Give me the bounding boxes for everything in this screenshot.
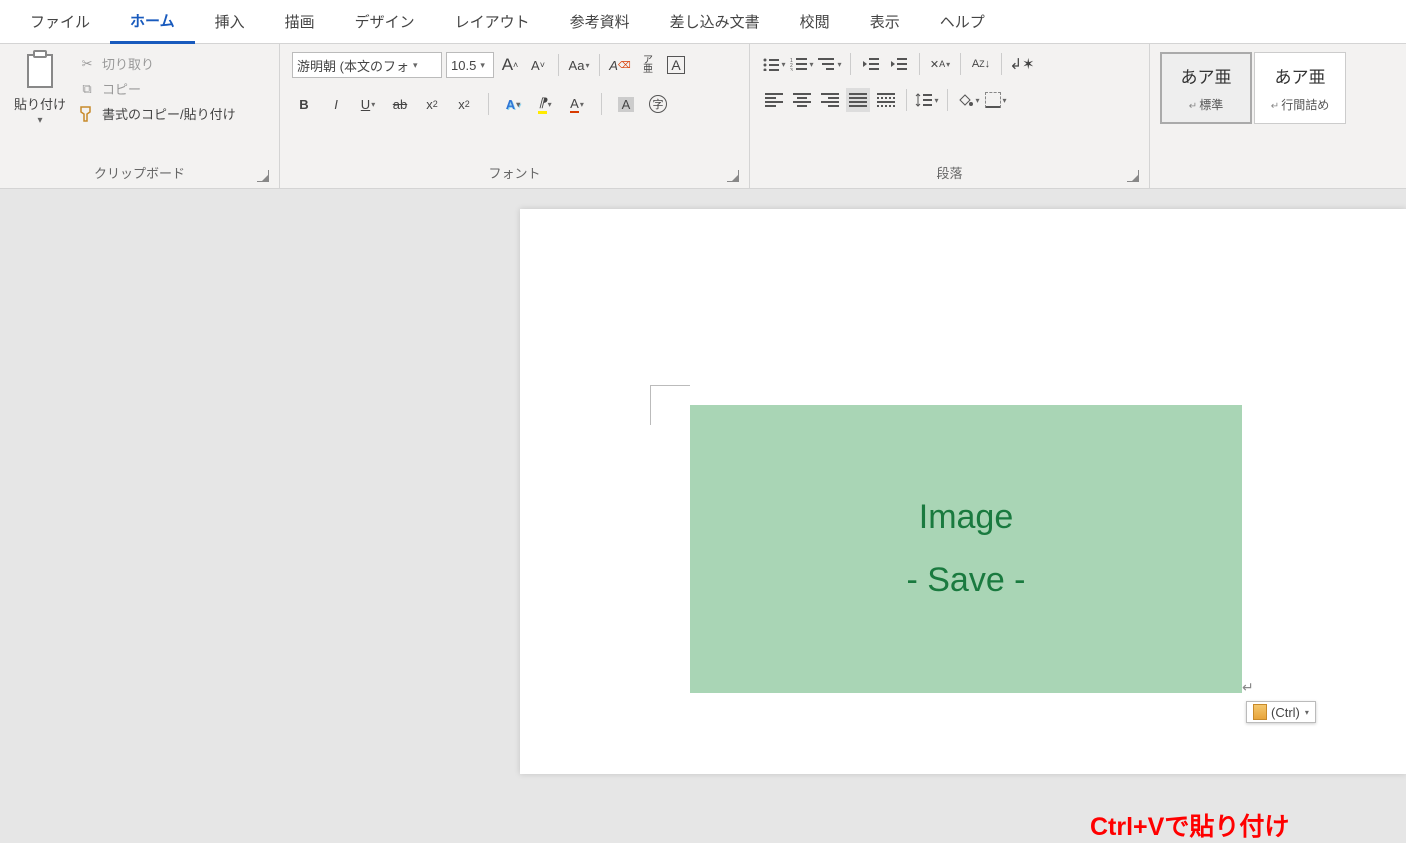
show-marks-button[interactable]: ↲✶ — [1010, 52, 1034, 76]
change-case-button[interactable]: Aa▾ — [567, 53, 591, 77]
tab-references[interactable]: 参考資料 — [550, 1, 650, 42]
group-font: 游明朝 (本文のフォ▾ 10.5▾ A˄ A˅ Aa▾ A⌫ ア亜 A B I … — [280, 44, 750, 188]
tab-draw[interactable]: 描画 — [265, 1, 335, 42]
chevron-down-icon: ▾ — [1305, 708, 1309, 717]
group-label-paragraph: 段落 — [756, 159, 1143, 188]
sort-button[interactable]: AZ↓ — [969, 52, 993, 76]
font-size-select[interactable]: 10.5▾ — [446, 52, 494, 78]
margin-corner-icon — [650, 385, 690, 425]
subscript-button[interactable]: x2 — [420, 92, 444, 116]
tab-help[interactable]: ヘルプ — [920, 1, 1005, 42]
strikethrough-button[interactable]: ab — [388, 92, 412, 116]
style-no-spacing[interactable]: あア亜 ↵行間詰め — [1254, 52, 1346, 124]
format-painter-label: 書式のコピー/貼り付け — [102, 104, 236, 123]
shading-button[interactable]: ▾ — [956, 88, 980, 112]
dialog-launcher-icon[interactable] — [727, 170, 739, 182]
copy-icon: ⧉ — [78, 80, 96, 98]
paste-options-button[interactable]: (Ctrl) ▾ — [1246, 701, 1316, 723]
document-canvas[interactable]: Image - Save - ↵ (Ctrl) ▾ Ctrl+Vで貼り付け — [0, 189, 1406, 774]
image-text-line1: Image — [919, 498, 1014, 537]
paintbrush-icon — [78, 105, 96, 123]
tab-file[interactable]: ファイル — [10, 1, 110, 42]
text-direction-button[interactable]: ✕A▾ — [928, 52, 952, 76]
copy-label: コピー — [102, 79, 141, 98]
highlight-button[interactable]: ⁋▾ — [533, 92, 557, 116]
page[interactable]: Image - Save - ↵ (Ctrl) ▾ — [520, 209, 1406, 774]
align-center-button[interactable] — [790, 88, 814, 112]
dialog-launcher-icon[interactable] — [1127, 170, 1139, 182]
increase-indent-button[interactable] — [887, 52, 911, 76]
borders-button[interactable]: ▾ — [984, 88, 1008, 112]
phonetic-guide-button[interactable]: ア亜 — [636, 53, 660, 77]
group-styles: あア亜 ↵標準 あア亜 ↵行間詰め — [1150, 44, 1356, 188]
paste-button[interactable]: 貼り付け ▾ — [6, 48, 74, 159]
multilevel-list-button[interactable]: ▾ — [818, 52, 842, 76]
font-name-select[interactable]: 游明朝 (本文のフォ▾ — [292, 52, 442, 78]
font-color-button[interactable]: A▾ — [565, 92, 589, 116]
dialog-launcher-icon[interactable] — [257, 170, 269, 182]
paste-options-label: (Ctrl) — [1271, 705, 1300, 720]
paragraph-mark-icon: ↵ — [1242, 679, 1254, 696]
cut-label: 切り取り — [102, 54, 154, 73]
group-clipboard: 貼り付け ▾ ✂ 切り取り ⧉ コピー 書式のコピー/貼り付け — [0, 44, 280, 188]
tab-insert[interactable]: 挿入 — [195, 1, 265, 42]
style-sample: あア亜 — [1275, 63, 1326, 88]
grow-font-button[interactable]: A˄ — [498, 53, 522, 77]
tab-home[interactable]: ホーム — [110, 0, 195, 44]
align-right-button[interactable] — [818, 88, 842, 112]
decrease-indent-button[interactable] — [859, 52, 883, 76]
character-shading-button[interactable]: A — [614, 92, 638, 116]
underline-button[interactable]: U▾ — [356, 92, 380, 116]
ribbon-tabs: ファイル ホーム 挿入 描画 デザイン レイアウト 参考資料 差し込み文書 校閲… — [0, 0, 1406, 44]
group-paragraph: ▾ 123▾ ▾ ✕A▾ AZ↓ — [750, 44, 1150, 188]
scissors-icon: ✂ — [78, 55, 96, 73]
style-normal[interactable]: あア亜 ↵標準 — [1160, 52, 1252, 124]
cut-button[interactable]: ✂ 切り取り — [78, 54, 236, 73]
copy-button[interactable]: ⧉ コピー — [78, 79, 236, 98]
numbering-button[interactable]: 123▾ — [790, 52, 814, 76]
paste-label: 貼り付け — [14, 94, 66, 113]
pasted-image[interactable]: Image - Save - — [690, 405, 1242, 693]
ribbon: 貼り付け ▾ ✂ 切り取り ⧉ コピー 書式のコピー/貼り付け — [0, 44, 1406, 189]
line-spacing-button[interactable]: ▾ — [915, 88, 939, 112]
text-effects-button[interactable]: A▾ — [501, 92, 525, 116]
align-left-button[interactable] — [762, 88, 786, 112]
chevron-down-icon[interactable]: ▾ — [37, 115, 42, 126]
tab-layout[interactable]: レイアウト — [435, 1, 550, 42]
superscript-button[interactable]: x2 — [452, 92, 476, 116]
format-painter-button[interactable]: 書式のコピー/貼り付け — [78, 104, 236, 123]
bold-button[interactable]: B — [292, 92, 316, 116]
clipboard-icon — [21, 50, 59, 92]
character-border-button[interactable]: A — [664, 53, 688, 77]
style-name: ↵標準 — [1189, 96, 1223, 113]
style-sample: あア亜 — [1181, 63, 1232, 88]
tab-view[interactable]: 表示 — [850, 1, 920, 42]
svg-text:3: 3 — [790, 68, 793, 71]
bullets-button[interactable]: ▾ — [762, 52, 786, 76]
italic-button[interactable]: I — [324, 92, 348, 116]
clipboard-small-icon — [1253, 704, 1267, 720]
font-size-value: 10.5 — [451, 58, 476, 73]
shrink-font-button[interactable]: A˅ — [526, 53, 550, 77]
group-label-clipboard: クリップボード — [6, 159, 273, 188]
align-justify-button[interactable] — [846, 88, 870, 112]
font-name-value: 游明朝 (本文のフォ — [297, 56, 409, 75]
annotation-text: Ctrl+Vで貼り付け — [1090, 807, 1289, 843]
image-text-line2: - Save - — [906, 561, 1025, 600]
enclose-characters-button[interactable]: 字 — [646, 92, 670, 116]
style-name: ↵行間詰め — [1271, 96, 1329, 113]
tab-mailings[interactable]: 差し込み文書 — [650, 1, 780, 42]
distribute-button[interactable] — [874, 88, 898, 112]
group-label-font: フォント — [286, 159, 743, 188]
clear-formatting-button[interactable]: A⌫ — [608, 53, 632, 77]
tab-review[interactable]: 校閲 — [780, 1, 850, 42]
tab-design[interactable]: デザイン — [335, 1, 435, 42]
